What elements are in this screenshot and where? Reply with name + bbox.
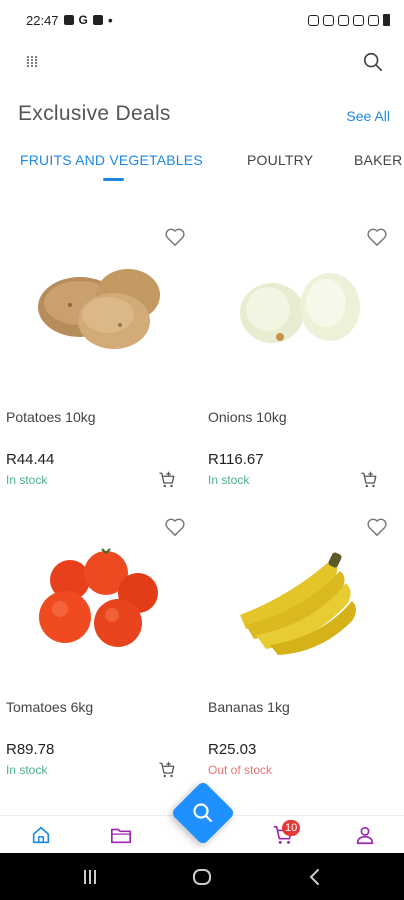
- potatoes-image: [38, 269, 160, 349]
- heart-icon[interactable]: [366, 227, 388, 247]
- product-name: Potatoes 10kg: [6, 409, 96, 425]
- alarm-status-icon: [323, 14, 334, 26]
- stock-status: In stock: [6, 473, 48, 487]
- product-name: Tomatoes 6kg: [6, 699, 94, 715]
- product-name: Bananas 1kg: [208, 699, 290, 715]
- tab-fruits-and-vegetables[interactable]: FRUITS AND VEGETABLES: [20, 152, 203, 168]
- folder-icon[interactable]: [110, 824, 132, 846]
- heart-icon[interactable]: [164, 227, 186, 247]
- search-icon[interactable]: [362, 51, 384, 73]
- lock-status-icon: [308, 14, 319, 26]
- mute-status-icon: [338, 14, 349, 26]
- product-price: R25.03: [208, 741, 257, 758]
- tab-bakery[interactable]: BAKER: [354, 152, 402, 168]
- system-nav-bar: [0, 853, 404, 900]
- product-price: R44.44: [6, 451, 55, 468]
- section-title: Exclusive Deals: [18, 102, 171, 125]
- add-to-cart-icon[interactable]: [360, 471, 378, 489]
- onions-image: [240, 273, 360, 343]
- heart-icon[interactable]: [366, 517, 388, 537]
- stock-status: In stock: [208, 473, 250, 487]
- tomatoes-image: [39, 548, 158, 647]
- bananas-image: [240, 552, 356, 655]
- product-card[interactable]: Tomatoes 6kg R89.78 In stock: [0, 505, 202, 795]
- battery-icon: [383, 14, 390, 26]
- add-to-cart-icon[interactable]: [158, 471, 176, 489]
- product-price: R116.67: [208, 451, 264, 468]
- product-card[interactable]: Bananas 1kg R25.03 Out of stock: [202, 505, 404, 795]
- active-tab-indicator: [103, 178, 124, 181]
- more-notifications-icon: •: [107, 12, 113, 28]
- gallery-notification-icon: [63, 15, 74, 25]
- status-time: 22:47: [26, 12, 59, 28]
- home-icon[interactable]: [30, 824, 52, 846]
- product-price: R89.78: [6, 741, 55, 758]
- category-tabs: FRUITS AND VEGETABLES POULTRY BAKER: [0, 150, 404, 186]
- google-notification-icon: G: [78, 13, 88, 27]
- recent-apps-icon[interactable]: [80, 867, 100, 887]
- search-icon[interactable]: [191, 801, 215, 825]
- status-bar: 22:47 G •: [0, 0, 404, 40]
- heart-icon[interactable]: [164, 517, 186, 537]
- stock-status: In stock: [6, 763, 48, 777]
- user-icon[interactable]: [354, 824, 376, 846]
- youtube-notification-icon: [92, 15, 103, 25]
- product-grid: Potatoes 10kg R44.44 In stock Onions 10k…: [0, 215, 404, 815]
- cart-count-badge: 10: [282, 820, 301, 836]
- add-to-cart-icon[interactable]: [158, 761, 176, 779]
- product-card[interactable]: Potatoes 10kg R44.44 In stock: [0, 215, 202, 505]
- see-all-link[interactable]: See All: [346, 108, 390, 124]
- home-button-icon[interactable]: [192, 867, 212, 887]
- stock-status: Out of stock: [208, 763, 273, 777]
- back-icon[interactable]: [305, 867, 325, 887]
- deals-header: Exclusive Deals See All: [18, 100, 390, 132]
- hotspot-status-icon: [353, 14, 364, 26]
- product-name: Onions 10kg: [208, 409, 287, 425]
- tab-poultry[interactable]: POULTRY: [247, 152, 313, 168]
- app-bar: [0, 44, 404, 80]
- menu-icon[interactable]: [24, 54, 40, 70]
- wifi-status-icon: [368, 14, 379, 26]
- product-card[interactable]: Onions 10kg R116.67 In stock: [202, 215, 404, 505]
